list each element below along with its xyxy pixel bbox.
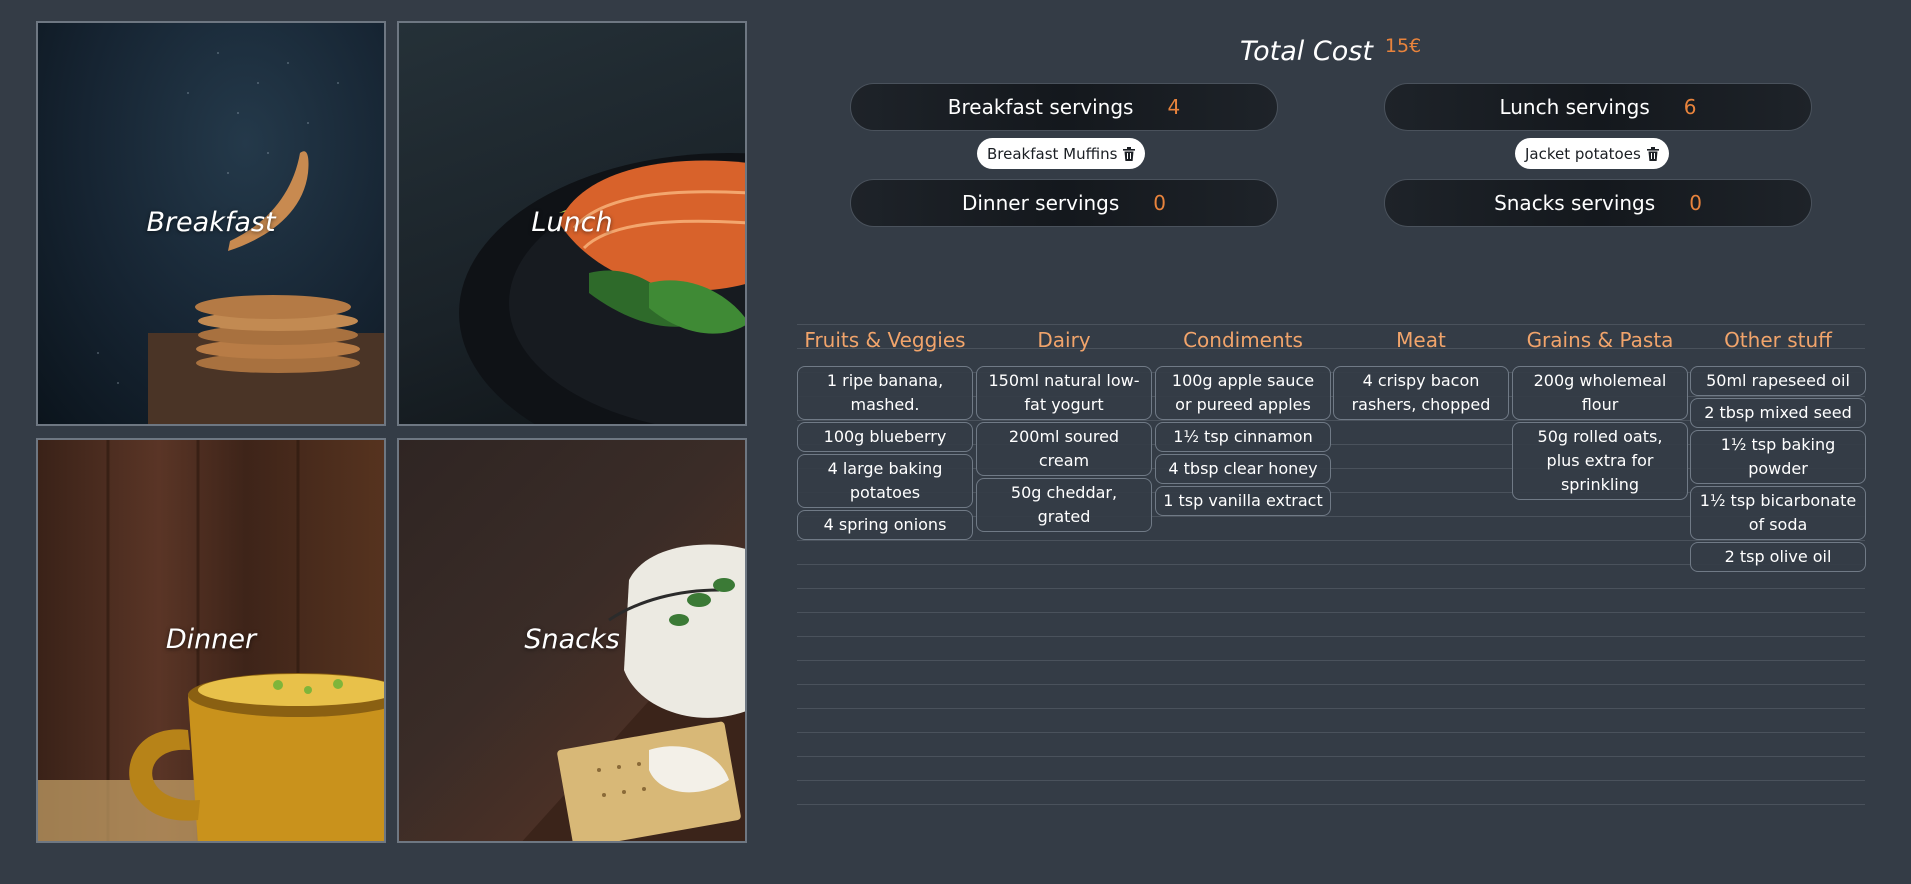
shopping-item[interactable]: 4 large baking potatoes: [797, 454, 973, 508]
column-header: Condiments: [1183, 328, 1303, 352]
selected-recipe-chip-lunch[interactable]: Jacket potatoes: [1515, 138, 1669, 169]
shopping-item[interactable]: 50g cheddar, grated: [976, 478, 1152, 532]
column-header: Dairy: [1037, 328, 1091, 352]
shopping-column-dairy: Dairy 150ml natural low-fat yogurt 200ml…: [976, 326, 1152, 534]
shopping-column-grains-pasta: Grains & Pasta 200g wholemeal flour 50g …: [1512, 326, 1688, 502]
shopping-item[interactable]: 50ml rapeseed oil: [1690, 366, 1866, 396]
tile-label: Snacks: [524, 624, 620, 655]
column-header: Grains & Pasta: [1526, 328, 1674, 352]
column-header: Fruits & Veggies: [804, 328, 966, 352]
shopping-item[interactable]: 200g wholemeal flour: [1512, 366, 1688, 420]
servings-count[interactable]: 0: [1153, 191, 1166, 215]
breakfast-servings-control[interactable]: Breakfast servings 4: [850, 83, 1278, 131]
shopping-item[interactable]: 100g blueberry: [797, 422, 973, 452]
meal-tile-snacks[interactable]: Snacks: [397, 438, 747, 843]
shopping-item[interactable]: 1 tsp vanilla extract: [1155, 486, 1331, 516]
shopping-column-fruits-veggies: Fruits & Veggies 1 ripe banana, mashed. …: [797, 326, 973, 542]
shopping-item[interactable]: 2 tsp olive oil: [1690, 542, 1866, 572]
servings-count[interactable]: 0: [1689, 191, 1702, 215]
shopping-item[interactable]: 50g rolled oats, plus extra for sprinkli…: [1512, 422, 1688, 500]
tile-label: Dinner: [165, 624, 257, 655]
column-header: Meat: [1396, 328, 1446, 352]
shopping-item[interactable]: 100g apple sauce or pureed apples: [1155, 366, 1331, 420]
column-header: Other stuff: [1724, 328, 1832, 352]
shopping-item[interactable]: 1½ tsp bicarbonate of soda: [1690, 486, 1866, 540]
shopping-item[interactable]: 200ml soured cream: [976, 422, 1152, 476]
servings-count[interactable]: 6: [1684, 95, 1697, 119]
shopping-item[interactable]: 4 tbsp clear honey: [1155, 454, 1331, 484]
meal-tile-lunch[interactable]: Lunch: [397, 21, 747, 426]
meal-tile-dinner[interactable]: Dinner: [36, 438, 386, 843]
shopping-item[interactable]: 4 crispy bacon rashers, chopped: [1333, 366, 1509, 420]
dinner-servings-control[interactable]: Dinner servings 0: [850, 179, 1278, 227]
total-cost-label: Total Cost: [1240, 36, 1373, 67]
selected-recipe-chip-breakfast[interactable]: Breakfast Muffins: [977, 138, 1146, 169]
tile-label: Lunch: [531, 207, 613, 238]
shopping-column-condiments: Condiments 100g apple sauce or pureed ap…: [1155, 326, 1331, 518]
shopping-item[interactable]: 1 ripe banana, mashed.: [797, 366, 973, 420]
shopping-item[interactable]: 1½ tsp cinnamon: [1155, 422, 1331, 452]
recipe-name: Breakfast Muffins: [987, 144, 1118, 163]
snacks-servings-control[interactable]: Snacks servings 0: [1384, 179, 1812, 227]
trash-icon[interactable]: [1123, 146, 1136, 161]
shopping-item[interactable]: 2 tbsp mixed seed: [1690, 398, 1866, 428]
servings-count[interactable]: 4: [1167, 95, 1180, 119]
shopping-column-meat: Meat 4 crispy bacon rashers, chopped: [1333, 326, 1509, 422]
servings-label: Dinner servings: [961, 191, 1120, 215]
servings-label: Snacks servings: [1494, 191, 1656, 215]
shopping-column-other-stuff: Other stuff 50ml rapeseed oil 2 tbsp mix…: [1690, 326, 1866, 574]
shopping-item[interactable]: 150ml natural low-fat yogurt: [976, 366, 1152, 420]
lunch-servings-control[interactable]: Lunch servings 6: [1384, 83, 1812, 131]
tile-label: Breakfast: [146, 207, 276, 238]
servings-label: Lunch servings: [1499, 95, 1650, 119]
trash-icon[interactable]: [1646, 146, 1659, 161]
shopping-item[interactable]: 1½ tsp baking powder: [1690, 430, 1866, 484]
meal-tile-breakfast[interactable]: Breakfast: [36, 21, 386, 426]
total-cost-value: 15€: [1384, 35, 1422, 57]
recipe-name: Jacket potatoes: [1525, 144, 1641, 163]
servings-label: Breakfast servings: [947, 95, 1134, 119]
shopping-item[interactable]: 4 spring onions: [797, 510, 973, 540]
total-cost: Total Cost 15€: [1240, 35, 1422, 67]
